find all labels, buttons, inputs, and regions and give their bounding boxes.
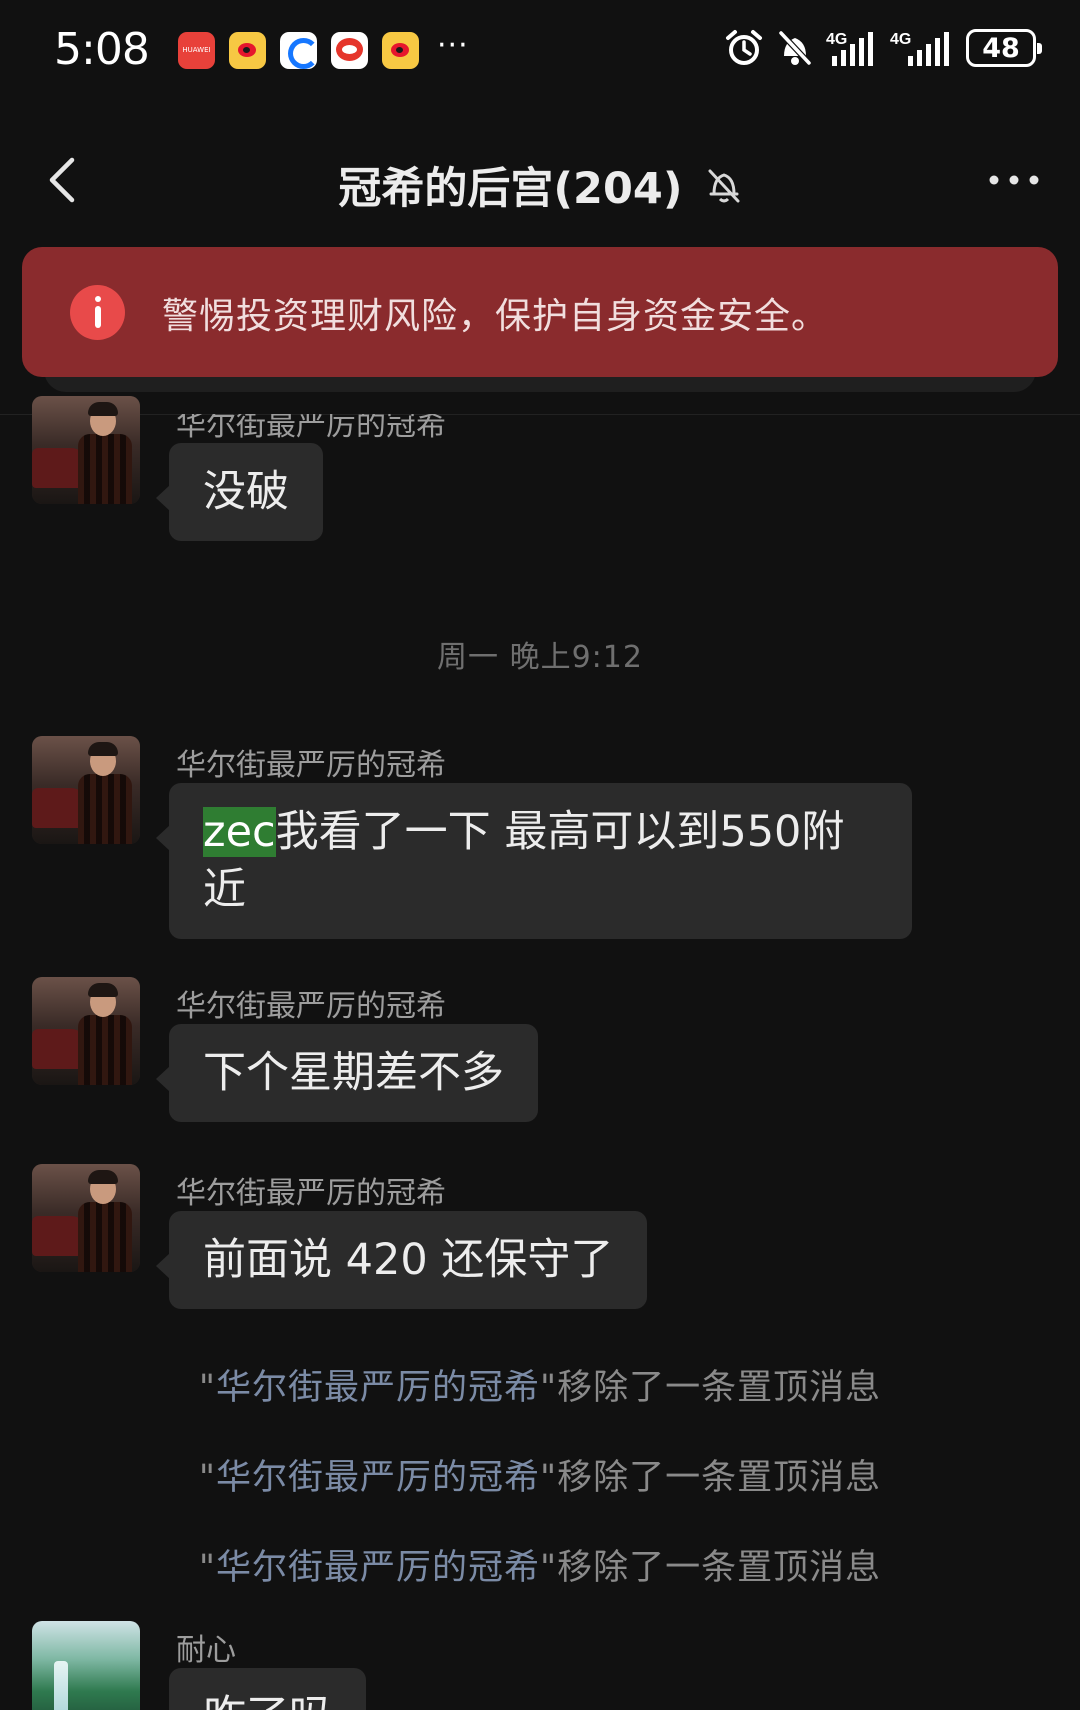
message-text: 咋了吗 [203, 1692, 332, 1710]
more-notifications-icon: ··· [437, 28, 469, 63]
system-notice-user[interactable]: 华尔街最严厉的冠希 [216, 1368, 540, 1408]
chat-title: 冠希的后宫(204) [338, 164, 683, 214]
sender-name: 华尔街最严厉的冠希 [176, 989, 446, 1024]
avatar[interactable] [32, 1164, 140, 1272]
system-notice-user[interactable]: 华尔街最严厉的冠希 [216, 1458, 540, 1498]
signal-4g-icon: 4G [826, 31, 873, 66]
message-text: 我看了一下 最高可以到550附近 [203, 807, 845, 915]
message-bubble[interactable]: 下个星期差不多 [156, 1024, 538, 1122]
notification-icons: HUAWEI ··· [178, 28, 469, 69]
chat-header: 冠希的后宫(204) [0, 120, 1080, 240]
bell-muted-icon [778, 30, 812, 66]
message-text: 前面说 420 还保守了 [203, 1235, 614, 1285]
message-bubble[interactable]: 咋了吗 [169, 1668, 366, 1710]
sender-name: 耐心 [176, 1633, 236, 1668]
avatar[interactable] [32, 736, 140, 844]
status-time: 5:08 [54, 24, 150, 75]
app-notification-icon [280, 32, 317, 69]
svg-text:4G: 4G [826, 31, 847, 48]
signal-4g-icon: 4G [890, 31, 949, 66]
weibo-icon [229, 32, 266, 69]
message-bubble[interactable]: zec我看了一下 最高可以到550附近 [156, 783, 912, 939]
battery-icon: 48 [966, 29, 1042, 67]
tieba-icon [331, 32, 368, 69]
sender-name: 华尔街最严厉的冠希 [176, 748, 446, 783]
avatar[interactable] [32, 1621, 140, 1710]
bell-muted-icon [708, 169, 740, 203]
system-notice-action: 移除了一条置顶消息 [557, 1458, 882, 1498]
system-notice-user[interactable]: 华尔街最严厉的冠希 [216, 1548, 540, 1588]
system-notice: "华尔街最严厉的冠希"移除了一条置顶消息 [198, 1368, 882, 1408]
message-bubble[interactable]: 前面说 420 还保守了 [155, 1211, 648, 1309]
highlighted-keyword[interactable]: zec [203, 807, 276, 857]
chat-screen: 5:08 HUAWEI ··· 4G 4G 48 冠希的后宫(204) 警惕投资… [0, 0, 1080, 1710]
message-timestamp: 周一 晚上9:12 [437, 640, 643, 675]
battery-level: 48 [982, 33, 1020, 64]
sender-name: 华尔街最严厉的冠希 [176, 1176, 446, 1211]
system-notice-action: 移除了一条置顶消息 [557, 1368, 882, 1408]
more-dots-icon[interactable] [984, 160, 1044, 200]
risk-warning-text: 警惕投资理财风险，保护自身资金安全。 [162, 296, 829, 337]
system-notice-action: 移除了一条置顶消息 [557, 1548, 882, 1588]
huawei-appgallery-icon: HUAWEI [178, 32, 215, 69]
alarm-icon [726, 30, 762, 65]
message-text: 下个星期差不多 [203, 1048, 504, 1098]
risk-warning-banner: 警惕投资理财风险，保护自身资金安全。 [22, 247, 1058, 377]
system-notice: "华尔街最严厉的冠希"移除了一条置顶消息 [198, 1548, 882, 1588]
sender-name: 华尔街最严厉的冠希 [176, 408, 446, 443]
weibo-icon [382, 32, 419, 69]
message-bubble[interactable]: 没破 [156, 443, 323, 541]
divider [0, 414, 1080, 415]
system-status: 4G 4G 48 [724, 28, 1042, 68]
avatar[interactable] [32, 396, 140, 504]
message-text: 没破 [203, 467, 289, 517]
info-warning-icon [70, 285, 125, 340]
avatar[interactable] [32, 977, 140, 1085]
system-notice: "华尔街最严厉的冠希"移除了一条置顶消息 [198, 1458, 882, 1498]
svg-text:4G: 4G [890, 31, 911, 48]
chat-title-area[interactable]: 冠希的后宫(204) [0, 154, 1080, 216]
status-bar: 5:08 HUAWEI ··· 4G 4G 48 [0, 0, 1080, 105]
